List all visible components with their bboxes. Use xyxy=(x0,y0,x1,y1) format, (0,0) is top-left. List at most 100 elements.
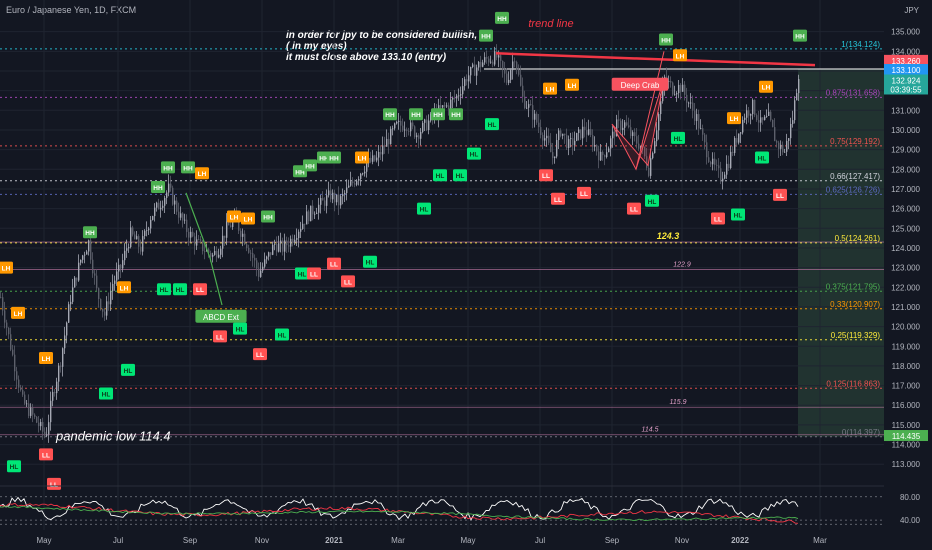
candle-body xyxy=(682,84,684,92)
candle-body xyxy=(572,138,574,146)
price-tick: 131.000 xyxy=(891,106,920,115)
pivot-label: HH xyxy=(411,112,421,119)
candle-body xyxy=(324,200,326,206)
candle-body xyxy=(322,198,324,201)
x-tick: Mar xyxy=(813,536,827,545)
candle-body xyxy=(26,403,28,405)
candle-body xyxy=(262,266,264,271)
candle-body xyxy=(512,61,514,71)
candle-body xyxy=(362,173,364,175)
pivot-label: LH xyxy=(244,216,253,223)
candle-body xyxy=(612,131,614,139)
pivot-label: HL xyxy=(236,327,245,334)
candle-body xyxy=(528,104,530,108)
price-tick: 130.000 xyxy=(891,126,920,135)
candle-body xyxy=(252,253,254,258)
candle-body xyxy=(106,301,108,316)
candle-body xyxy=(708,157,710,162)
candlestick-chart[interactable]: 1(134.124) 0.875(131.658) 0.75(129.192) 0.6… xyxy=(0,0,932,550)
candle-body xyxy=(444,105,446,107)
pivot-label: HL xyxy=(176,287,185,294)
x-tick: Jul xyxy=(113,536,123,545)
candle-body xyxy=(624,122,626,128)
candle-body xyxy=(484,57,486,63)
candle-body xyxy=(352,181,354,184)
candle-body xyxy=(762,117,764,120)
candle-body xyxy=(540,127,542,135)
pivot-label: LH xyxy=(546,87,555,94)
trend-line-label: trend line xyxy=(528,18,573,30)
candle-body xyxy=(28,403,30,416)
pivot-label: LL xyxy=(542,173,550,180)
candle-body xyxy=(776,141,778,143)
candle-body xyxy=(388,138,390,145)
candle-body xyxy=(672,82,674,95)
candle-body xyxy=(294,239,296,243)
pivot-label: LL xyxy=(216,334,224,341)
candle-body xyxy=(196,239,198,246)
candle-body xyxy=(62,348,64,367)
candle-body xyxy=(520,74,522,86)
candle-body xyxy=(178,211,180,218)
pivot-label: HL xyxy=(456,173,465,180)
candle-body xyxy=(424,119,426,123)
candle-body xyxy=(622,127,624,130)
candle-body xyxy=(186,219,188,232)
candle-body xyxy=(18,379,20,388)
candle-body xyxy=(382,145,384,155)
candle-body xyxy=(426,119,428,131)
candle-body xyxy=(712,158,714,165)
candle-body xyxy=(454,97,456,99)
price-tick: 113.000 xyxy=(892,460,921,469)
candle-body xyxy=(146,230,148,232)
candle-body xyxy=(554,156,556,159)
pivot-label: HL xyxy=(160,287,169,294)
pivot-label: HL xyxy=(436,173,445,180)
candle-body xyxy=(60,365,62,367)
candle-body xyxy=(730,151,732,168)
fib-label: 0.5(124.261) xyxy=(835,234,881,243)
pivot-label: HL xyxy=(470,152,479,159)
candle-body xyxy=(656,130,658,142)
candle-body xyxy=(310,205,312,222)
candle-body xyxy=(696,114,698,121)
candle-body xyxy=(288,245,290,247)
candle-body xyxy=(138,236,140,247)
candle-body xyxy=(108,301,110,305)
candle-body xyxy=(280,240,282,244)
fib-label: 0.125(116.863) xyxy=(826,379,880,388)
candle-body xyxy=(552,152,554,159)
pandemic-low-label: pandemic low 114.4 xyxy=(55,429,171,444)
candle-body xyxy=(680,84,682,92)
candle-body xyxy=(610,138,612,149)
candle-body xyxy=(556,140,558,157)
candle-body xyxy=(132,227,134,235)
candle-body xyxy=(66,322,68,336)
candle-body xyxy=(10,334,12,350)
candle-body xyxy=(460,94,462,96)
pivot-label: LL xyxy=(196,287,204,294)
candle-body xyxy=(140,246,142,252)
candle-body xyxy=(676,93,678,95)
candle-body xyxy=(772,119,774,128)
candle-body xyxy=(508,79,510,83)
candle-body xyxy=(218,254,220,258)
candle-body xyxy=(736,138,738,143)
candle-body xyxy=(164,197,166,206)
price-tick: 116.000 xyxy=(892,401,921,410)
candle-body xyxy=(740,132,742,134)
candle-body xyxy=(188,231,190,238)
pivot-label: HH xyxy=(481,34,491,41)
candle-body xyxy=(24,394,26,404)
candle-body xyxy=(342,194,344,197)
candle-body xyxy=(686,94,688,103)
candle-body xyxy=(290,238,292,247)
candle-body xyxy=(36,416,38,423)
candle-body xyxy=(420,131,422,139)
candle-body xyxy=(176,200,178,212)
candle-body xyxy=(202,240,204,252)
candle-body xyxy=(116,271,118,281)
candle-body xyxy=(156,202,158,208)
candle-body xyxy=(516,62,518,70)
price-tick: 121.000 xyxy=(891,303,920,312)
